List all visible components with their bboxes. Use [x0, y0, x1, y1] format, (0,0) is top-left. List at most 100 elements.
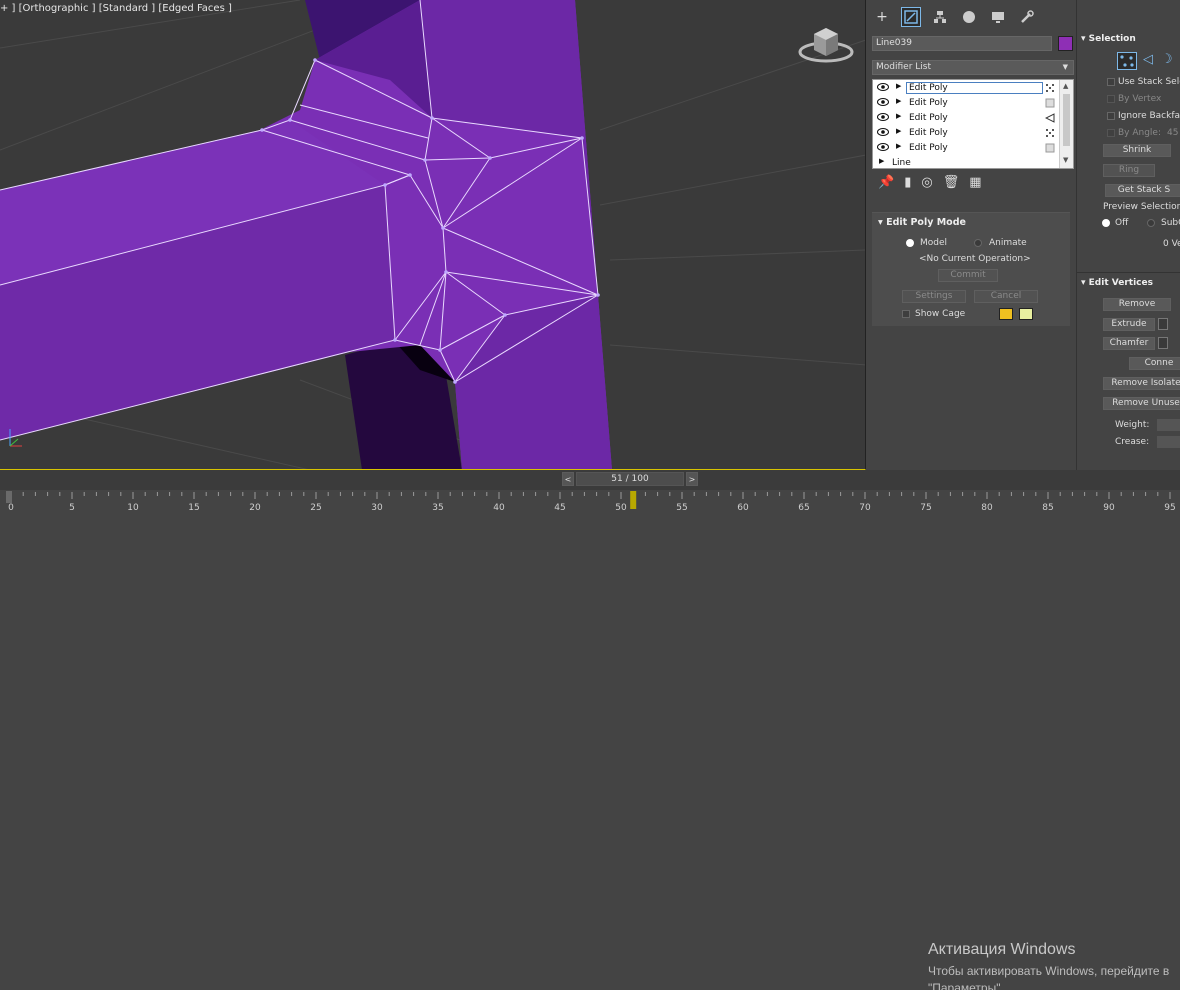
border-subobject-icon[interactable]: ☽	[1161, 52, 1173, 67]
expand-triangle-icon[interactable]: ▶	[896, 82, 901, 90]
stack-item-edit-poly-2[interactable]: ▶ Edit Poly	[874, 96, 1058, 110]
next-frame-button[interactable]: >	[686, 472, 698, 486]
mesh-scene[interactable]	[0, 0, 866, 470]
stack-item-label: Edit Poly	[909, 98, 948, 108]
expand-triangle-icon[interactable]: ▶	[896, 112, 901, 120]
vertex-subobject-button[interactable]	[1117, 52, 1137, 70]
hierarchy-icon[interactable]	[930, 7, 950, 27]
viewport-label[interactable]: + ] [Orthographic ] [Standard ] [Edged F…	[0, 3, 232, 14]
object-name-field[interactable]: Line039	[872, 36, 1052, 51]
by-angle-label: By Angle:	[1118, 128, 1162, 138]
cage-color-swatch-2[interactable]	[1019, 308, 1033, 320]
angle-value[interactable]: 45	[1167, 128, 1178, 138]
edit-vertices-title-text: Edit Vertices	[1088, 278, 1153, 288]
time-slider[interactable]: < 51 / 100 >	[562, 472, 700, 486]
stack-item-label: Edit Poly	[909, 128, 948, 138]
rollout-title-text: Edit Poly Mode	[886, 217, 966, 228]
preview-subobj-radio[interactable]	[1147, 219, 1155, 227]
edit-poly-side-panel: ▾ Selection ◁ ☽ Use Stack Selec By Verte…	[1076, 0, 1180, 470]
eye-icon[interactable]	[877, 142, 889, 152]
stack-item-edit-poly-4[interactable]: ▶ Edit Poly	[874, 126, 1058, 140]
cage-color-swatch-1[interactable]	[999, 308, 1013, 320]
modifier-list-dropdown[interactable]: Modifier List ▼	[872, 60, 1074, 75]
scrollbar-thumb[interactable]	[1063, 94, 1070, 146]
by-angle-checkbox[interactable]	[1107, 129, 1115, 137]
expand-triangle-icon[interactable]: ▶	[896, 142, 901, 150]
chevron-up-icon[interactable]: ▲	[1063, 82, 1068, 90]
rollout-title[interactable]: ▾ Edit Poly Mode	[878, 217, 966, 228]
ruler-tick-label: 20	[249, 503, 261, 513]
viewport-perspective[interactable]: + ] [Orthographic ] [Standard ] [Edged F…	[0, 0, 866, 470]
prev-frame-button[interactable]: <	[562, 472, 574, 486]
by-vertex-checkbox[interactable]	[1107, 95, 1115, 103]
animate-radio[interactable]	[974, 239, 982, 247]
eye-icon[interactable]	[877, 127, 889, 137]
use-stack-checkbox[interactable]	[1107, 78, 1115, 86]
expand-triangle-icon[interactable]: ▶	[896, 127, 901, 135]
preview-off-radio[interactable]	[1102, 219, 1110, 227]
remove-button[interactable]: Remove	[1103, 298, 1171, 311]
modify-icon[interactable]	[901, 7, 921, 27]
current-frame-marker[interactable]	[630, 491, 637, 509]
get-stack-selection-button[interactable]: Get Stack S	[1105, 184, 1180, 197]
show-cage-checkbox[interactable]	[902, 310, 910, 318]
stack-item-label: Edit Poly	[906, 82, 1043, 94]
extrude-settings-icon[interactable]	[1158, 318, 1168, 330]
divider	[1077, 272, 1180, 273]
expand-triangle-icon[interactable]: ▶	[879, 157, 884, 165]
eye-icon[interactable]	[877, 82, 889, 92]
commit-button[interactable]: Commit	[938, 269, 998, 282]
weight-field[interactable]	[1157, 419, 1180, 431]
configure-modifier-sets-icon[interactable]: ▦	[969, 175, 981, 190]
edge-subobject-icon[interactable]: ◁	[1143, 52, 1153, 67]
create-icon[interactable]: +	[872, 7, 892, 27]
crease-field[interactable]	[1157, 436, 1180, 448]
stack-item-edit-poly-3[interactable]: ▶ Edit Poly	[874, 111, 1058, 125]
stack-item-edit-poly-1[interactable]: ▶ Edit Poly	[874, 81, 1058, 95]
command-panel: + Line039 Modifier List ▼ ▶ Edit Poly ▶ …	[866, 0, 1076, 470]
stack-item-label: Line	[892, 158, 911, 168]
ruler-tick-label: 80	[981, 503, 993, 513]
shrink-button[interactable]: Shrink	[1103, 144, 1171, 157]
remove-unused-button[interactable]: Remove Unuse	[1103, 397, 1180, 410]
track-bar-ruler[interactable]: 0 5 10 15 20 25 30 35 40 45 50 55 60 65 70 75 80 85 90 95	[0, 490, 1180, 520]
vertex-icon	[1120, 55, 1134, 67]
chamfer-button[interactable]: Chamfer	[1103, 337, 1155, 350]
ring-button[interactable]: Ring	[1103, 164, 1155, 177]
expand-triangle-icon[interactable]: ▶	[896, 97, 901, 105]
remove-isolated-button[interactable]: Remove Isolate	[1103, 377, 1180, 390]
settings-button[interactable]: Settings	[902, 290, 966, 303]
make-unique-icon[interactable]: ◎	[921, 175, 932, 190]
ruler-tick-label: 5	[69, 503, 75, 513]
ignore-backfacing-checkbox[interactable]	[1107, 112, 1115, 120]
cancel-button[interactable]: Cancel	[974, 290, 1038, 303]
ruler-tick-label: 55	[676, 503, 687, 513]
chevron-down-icon[interactable]: ▼	[1063, 156, 1068, 164]
viewcube-icon[interactable]	[798, 22, 854, 66]
utilities-icon[interactable]	[1017, 7, 1037, 27]
pin-stack-icon[interactable]: 📌	[878, 175, 894, 190]
extrude-button[interactable]: Extrude	[1103, 318, 1155, 331]
motion-icon[interactable]	[959, 7, 979, 27]
model-radio[interactable]	[906, 239, 914, 247]
stack-item-edit-poly-5[interactable]: ▶ Edit Poly	[874, 141, 1058, 155]
axis-gizmo-icon	[9, 429, 22, 447]
display-icon[interactable]	[988, 7, 1008, 27]
start-frame-marker	[6, 491, 12, 503]
stack-item-line[interactable]: ▶ Line	[874, 156, 1058, 170]
ruler-tick-label: 30	[371, 503, 383, 513]
edit-vertices-rollout-title[interactable]: ▾ Edit Vertices	[1081, 278, 1153, 288]
crease-label: Crease:	[1115, 437, 1150, 447]
connect-button[interactable]: Conne	[1129, 357, 1180, 370]
stack-scrollbar[interactable]: ▲ ▼	[1059, 80, 1073, 168]
track-bar[interactable]: 0 5 10 15 20 25 30 35 40 45 50 55 60 65 70 75 80 85 90 95	[0, 490, 1180, 520]
chamfer-settings-icon[interactable]	[1158, 337, 1168, 349]
selection-rollout-title[interactable]: ▾ Selection	[1081, 34, 1136, 44]
modifier-stack[interactable]: ▶ Edit Poly ▶ Edit Poly ▶ Edit Poly ▶ Ed…	[872, 79, 1074, 169]
object-color-swatch[interactable]	[1058, 36, 1073, 51]
show-end-result-icon[interactable]: ▮	[904, 175, 911, 190]
eye-icon[interactable]	[877, 112, 889, 122]
frame-indicator[interactable]: 51 / 100	[576, 472, 684, 486]
remove-modifier-icon[interactable]: 🗑	[943, 175, 960, 190]
eye-icon[interactable]	[877, 97, 889, 107]
